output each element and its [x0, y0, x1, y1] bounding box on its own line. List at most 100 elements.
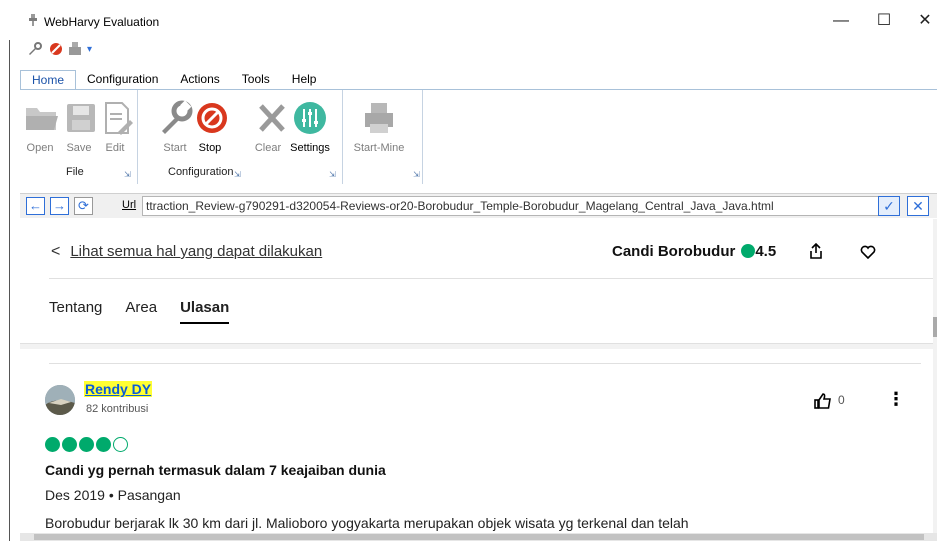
start-mine-label: Start-Mine: [353, 142, 405, 154]
settings-sliders-icon: [294, 102, 326, 134]
tab-home[interactable]: Home: [20, 70, 77, 90]
settings-label: Settings: [290, 142, 330, 154]
review-body: Borobudur berjarak lk 30 km dari jl. Mal…: [45, 515, 689, 531]
stop-sign-icon: [197, 103, 227, 133]
tab-area[interactable]: Area: [125, 299, 157, 324]
stop-load-button[interactable]: ✕: [907, 196, 929, 216]
share-icon[interactable]: [809, 243, 823, 259]
review-card: Rendy DY 82 kontribusi 0 ⋮ Candi yg pern…: [20, 349, 933, 541]
file-group-label: File: [66, 166, 84, 178]
settings-group-launcher-icon[interactable]: ⇲: [329, 170, 336, 179]
url-label: Url: [122, 199, 137, 211]
close-window-button[interactable]: ✕: [910, 8, 937, 34]
title-bar: WebHarvy Evaluation — ☐ ✕: [0, 0, 937, 36]
close-icon: ✕: [918, 12, 932, 29]
rating-bubble-filled: [62, 437, 77, 452]
url-input[interactable]: ttraction_Review-g790291-d320054-Reviews…: [142, 196, 888, 216]
quick-access-toolbar: ▾: [27, 40, 92, 58]
maximize-icon: ☐: [876, 12, 892, 29]
tab-actions[interactable]: Actions: [169, 70, 230, 90]
refresh-icon: ⟳: [78, 198, 89, 213]
rating-bubble-filled: [45, 437, 60, 452]
edit-button[interactable]: Edit: [98, 100, 133, 154]
review-divider: [49, 363, 921, 364]
arrow-left-icon: ←: [29, 198, 42, 213]
browser-view: < Lihat semua hal yang dapat dilakukan Ca…: [20, 219, 937, 541]
stop-label: Stop: [198, 142, 222, 154]
window-title: WebHarvy Evaluation: [44, 15, 160, 29]
ribbon-group-file: Open Save Edit File ⇲: [20, 90, 138, 184]
more-options-icon[interactable]: ⋮: [887, 389, 905, 410]
heart-icon[interactable]: [860, 245, 876, 259]
attraction-header-panel: < Lihat semua hal yang dapat dilakukan Ca…: [20, 219, 933, 344]
minimize-button[interactable]: —: [826, 8, 856, 34]
vertical-scrollbar-thumb[interactable]: [933, 317, 937, 337]
header-divider: [49, 278, 933, 279]
refresh-button[interactable]: ⟳: [74, 197, 93, 215]
horizontal-scrollbar[interactable]: [20, 533, 937, 541]
mine-group-launcher-icon[interactable]: ⇲: [413, 170, 420, 179]
ribbon-group-mine: Start-Mine ⇲: [343, 90, 423, 184]
see-all-link[interactable]: < Lihat semua hal yang dapat dilakukan: [51, 243, 322, 261]
settings-button[interactable]: Settings: [286, 100, 334, 154]
attraction-rating: Candi Borobudur 4.5: [612, 243, 776, 260]
menu-bar: Home Configuration Actions Tools Help: [20, 70, 327, 90]
start-button[interactable]: Start: [156, 100, 194, 154]
start-label: Start: [163, 142, 187, 154]
bubble-rating: [45, 437, 128, 452]
wrench-icon[interactable]: [27, 42, 43, 56]
floppy-disk-icon: [67, 104, 95, 132]
horizontal-scrollbar-thumb[interactable]: [34, 534, 924, 540]
configuration-group-label: Configuration: [168, 166, 234, 178]
checkmark-icon: ✓: [883, 198, 895, 214]
close-icon: ✕: [912, 198, 924, 214]
start-mine-icon[interactable]: [69, 42, 81, 56]
rating-bubble-icon: [741, 244, 756, 258]
clear-label: Clear: [254, 142, 282, 154]
stop-button[interactable]: Stop: [193, 100, 227, 154]
tab-ulasan[interactable]: Ulasan: [180, 299, 230, 324]
tab-tools[interactable]: Tools: [231, 70, 281, 90]
rating-bubble-filled: [79, 437, 94, 452]
start-mine-button[interactable]: Start-Mine: [351, 100, 407, 154]
avatar[interactable]: [45, 385, 75, 415]
webharvy-app-icon: [29, 14, 37, 26]
file-group-launcher-icon[interactable]: ⇲: [124, 170, 131, 179]
contributions-count: 82 kontribusi: [86, 403, 149, 415]
back-button[interactable]: ←: [26, 197, 45, 215]
chevron-left-icon: <: [51, 243, 61, 260]
rating-value: 4.5: [755, 243, 777, 260]
window-left-edge: [9, 40, 10, 541]
printer-icon: [365, 103, 393, 133]
tab-configuration[interactable]: Configuration: [76, 70, 169, 90]
page-tabs: Tentang Area Ulasan: [49, 299, 230, 324]
tab-tentang[interactable]: Tentang: [49, 299, 102, 324]
open-label: Open: [26, 142, 54, 154]
see-all-link-text: Lihat semua hal yang dapat dilakukan: [70, 243, 323, 260]
save-label: Save: [66, 142, 92, 154]
qat-dropdown-icon[interactable]: ▾: [87, 44, 92, 55]
ribbon: Open Save Edit File ⇲ Start Stop Clear S…: [20, 90, 937, 184]
review-meta: Des 2019 • Pasangan: [45, 487, 181, 503]
arrow-right-icon: →: [53, 198, 66, 213]
go-button[interactable]: ✓: [878, 196, 900, 216]
tab-help[interactable]: Help: [281, 70, 328, 90]
forward-button[interactable]: →: [50, 197, 69, 215]
reviewer-name[interactable]: Rendy DY: [84, 381, 153, 397]
save-button[interactable]: Save: [62, 100, 96, 154]
stop-icon[interactable]: [49, 42, 63, 56]
maximize-button[interactable]: ☐: [869, 8, 899, 34]
wrench-icon: [162, 100, 193, 134]
edit-document-icon: [105, 102, 133, 135]
review-title[interactable]: Candi yg pernah termasuk dalam 7 keajaib…: [45, 462, 386, 478]
attraction-name: Candi Borobudur: [612, 243, 736, 260]
like-count: 0: [838, 393, 845, 407]
thumbs-up-icon[interactable]: [814, 393, 832, 409]
clear-button[interactable]: Clear: [253, 100, 285, 154]
open-button[interactable]: Open: [22, 100, 58, 154]
rating-bubble-filled: [96, 437, 111, 452]
minimize-icon: —: [833, 12, 849, 29]
ribbon-group-configuration: Start Stop Clear Settings Configuration …: [138, 90, 343, 184]
configuration-group-launcher-icon[interactable]: ⇲: [234, 170, 241, 179]
folder-icon: [26, 108, 58, 130]
